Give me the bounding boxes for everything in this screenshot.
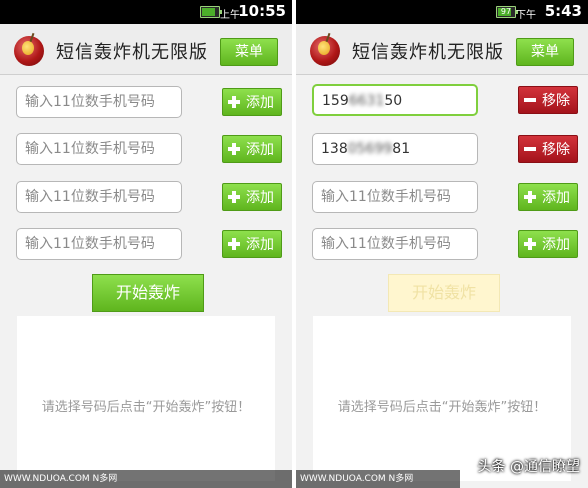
battery-level: 97 — [500, 7, 512, 16]
status-time: 10:55 — [238, 2, 286, 20]
add-button-label: 添加 — [246, 95, 274, 111]
phone-input[interactable] — [16, 86, 182, 118]
add-button-label: 添加 — [542, 190, 570, 206]
phone-input[interactable]: 159663150 — [312, 84, 478, 116]
add-button-label: 添加 — [246, 142, 274, 158]
app-title: 短信轰炸机无限版 — [56, 42, 208, 63]
phone-row: 1380569981 移除 — [312, 133, 578, 169]
phone-row: 添加 — [16, 133, 282, 169]
bomb-logo-icon — [14, 36, 44, 66]
phone-input[interactable] — [16, 181, 182, 213]
phone-row: 添加 — [312, 228, 578, 264]
add-button[interactable]: 添加 — [222, 230, 282, 258]
add-button[interactable]: 添加 — [222, 88, 282, 116]
screen-left: 上午 10:55 短信轰炸机无限版 菜单 添加 添加 添加 添加 开 — [0, 0, 292, 488]
screen-right: 97 下午 5:43 短信轰炸机无限版 菜单 159663150 移除 1380… — [296, 0, 588, 488]
phone-number-hidden: 05699 — [347, 141, 393, 157]
phone-number-hidden: 6631 — [348, 93, 385, 109]
menu-button[interactable]: 菜单 — [220, 38, 278, 66]
plus-icon — [228, 238, 240, 250]
remove-button[interactable]: 移除 — [518, 86, 578, 114]
add-button[interactable]: 添加 — [222, 183, 282, 211]
start-bombing-button[interactable]: 开始轰炸 — [92, 274, 204, 312]
battery-icon — [200, 6, 222, 18]
phone-row: 添加 — [16, 228, 282, 264]
plus-icon — [228, 96, 240, 108]
battery-icon: 97 — [496, 6, 518, 18]
phone-row: 添加 — [16, 181, 282, 217]
plus-icon — [524, 238, 536, 250]
plus-icon — [524, 191, 536, 203]
phone-input[interactable] — [16, 133, 182, 165]
phone-input[interactable]: 1380569981 — [312, 133, 478, 165]
app-header: 短信轰炸机无限版 菜单 — [0, 24, 292, 75]
status-bar: 97 下午 5:43 — [296, 0, 588, 24]
message-area: 请选择号码后点击“开始轰炸”按钮！ — [17, 316, 275, 481]
status-ampm: 上午 — [220, 10, 240, 21]
phone-input[interactable] — [312, 228, 478, 260]
remove-button-label: 移除 — [542, 93, 570, 109]
add-button[interactable]: 添加 — [518, 183, 578, 211]
phone-input[interactable] — [312, 181, 478, 213]
message-text: 请选择号码后点击“开始轰炸”按钮！ — [337, 400, 547, 415]
status-ampm: 下午 — [516, 10, 536, 21]
remove-button[interactable]: 移除 — [518, 135, 578, 163]
add-button[interactable]: 添加 — [222, 135, 282, 163]
watermark-bar: WWW.NDUOA.COM N多网 — [0, 470, 292, 488]
phone-number-suffix: 50 — [384, 93, 403, 109]
add-button[interactable]: 添加 — [518, 230, 578, 258]
add-button-label: 添加 — [542, 237, 570, 253]
phone-input[interactable] — [16, 228, 182, 260]
bomb-logo-icon — [310, 36, 340, 66]
phone-row: 159663150 移除 — [312, 84, 578, 120]
phone-number-suffix: 81 — [392, 141, 411, 157]
plus-icon — [228, 191, 240, 203]
minus-icon — [524, 147, 536, 151]
status-bar: 上午 10:55 — [0, 0, 292, 24]
add-button-label: 添加 — [246, 190, 274, 206]
source-tag: 头条 @通信瞭望 — [477, 459, 580, 475]
watermark-bar: WWW.NDUOA.COM N多网 — [296, 470, 460, 488]
message-text: 请选择号码后点击“开始轰炸”按钮！ — [41, 400, 251, 415]
menu-button[interactable]: 菜单 — [516, 38, 574, 66]
app-title: 短信轰炸机无限版 — [352, 42, 504, 63]
status-time: 5:43 — [544, 2, 582, 20]
phone-row: 添加 — [16, 86, 282, 122]
phone-number-prefix: 159 — [322, 93, 349, 109]
phone-row: 添加 — [312, 181, 578, 217]
remove-button-label: 移除 — [542, 142, 570, 158]
start-bombing-button[interactable]: 开始轰炸 — [388, 274, 500, 312]
app-header: 短信轰炸机无限版 菜单 — [296, 24, 588, 75]
add-button-label: 添加 — [246, 237, 274, 253]
minus-icon — [524, 98, 536, 102]
plus-icon — [228, 143, 240, 155]
phone-number-prefix: 138 — [321, 141, 348, 157]
